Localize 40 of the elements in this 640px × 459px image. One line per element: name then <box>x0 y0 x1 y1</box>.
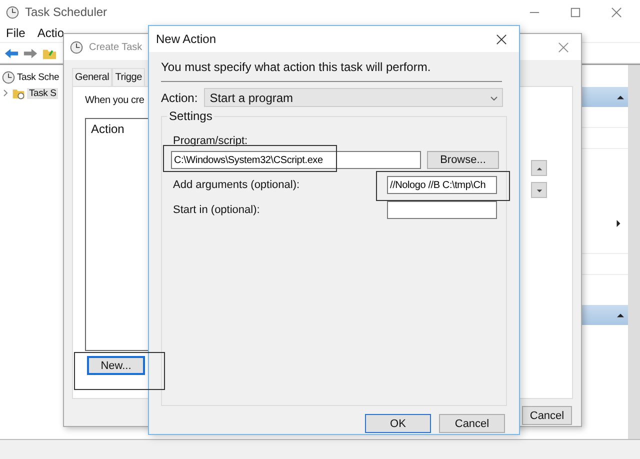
submenu-arrow-icon[interactable] <box>615 220 622 226</box>
field-label: Add arguments (optional): <box>173 179 300 191</box>
menu-item[interactable]: File <box>6 26 26 40</box>
maximize-icon[interactable] <box>570 6 581 18</box>
tab[interactable]: General <box>72 68 112 86</box>
ok-button[interactable]: OK <box>365 414 431 433</box>
column-header: Action <box>91 122 124 136</box>
cancel-button[interactable]: Cancel <box>439 414 505 433</box>
input-field[interactable]: //Nologo //B C:\tmp\Ch <box>387 176 497 194</box>
menu-item[interactable]: Actio <box>37 26 64 40</box>
action-dropdown[interactable]: Start a program <box>204 88 503 107</box>
clock-icon <box>6 6 19 18</box>
group-label: Settings <box>167 109 214 123</box>
collapse-arrow-icon[interactable] <box>617 94 624 100</box>
dialog-title: New Action <box>156 32 216 46</box>
folder-icon <box>12 86 25 100</box>
scrollbar[interactable] <box>628 65 640 439</box>
instruction-text: You must specify what action this task will perform. <box>161 60 432 74</box>
field-label: Start in (optional): <box>173 204 260 216</box>
clock-icon <box>2 70 15 84</box>
tree-item[interactable]: Task S <box>27 88 58 98</box>
dialog-title: Create Task <box>89 42 142 52</box>
close-icon[interactable] <box>496 34 507 44</box>
window-title: Task Scheduler <box>25 5 108 19</box>
down-triangle-icon <box>536 186 542 194</box>
move-up-button[interactable] <box>531 160 547 176</box>
collapse-arrow-icon[interactable] <box>617 312 624 318</box>
move-down-button[interactable] <box>531 182 547 198</box>
field-label: Program/script: <box>172 135 249 147</box>
new-button[interactable]: New... <box>87 356 145 375</box>
field-label: Action: <box>161 90 198 104</box>
input-field[interactable] <box>387 201 497 219</box>
cancel-button[interactable]: Cancel <box>522 406 572 425</box>
browse-button[interactable]: Browse... <box>427 151 499 169</box>
description-text: When you cre <box>85 95 144 106</box>
chevron-down-icon <box>490 94 498 102</box>
input-field[interactable]: C:\Windows\System32\CScript.exe <box>171 151 421 169</box>
tree-item[interactable]: Task Sche <box>17 72 60 82</box>
tab[interactable]: Trigge <box>112 68 145 86</box>
clock-icon <box>70 40 83 54</box>
